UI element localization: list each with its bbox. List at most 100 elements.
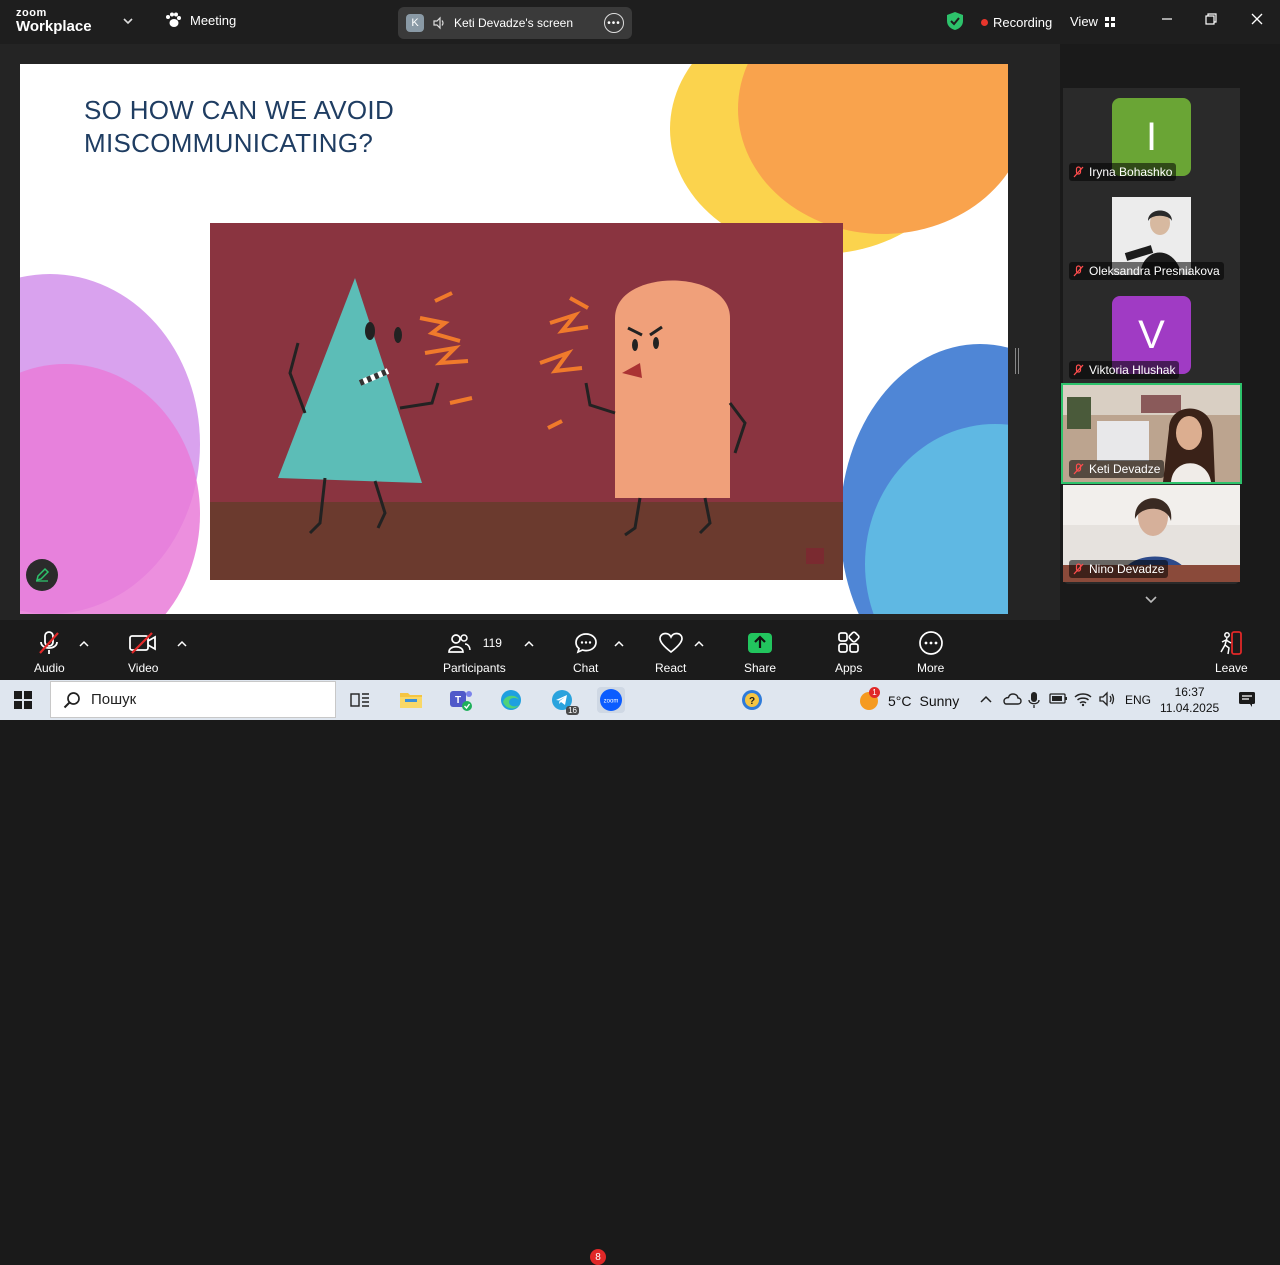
svg-text:T: T (455, 695, 461, 706)
participant-gallery: I Iryna Bohashko Oleksandra Presniakova … (1061, 88, 1242, 584)
zoom-taskbar-icon[interactable]: zoom (597, 687, 625, 713)
task-view-icon[interactable] (346, 687, 374, 713)
panel-resize-handle[interactable] (1015, 348, 1019, 374)
recording-indicator[interactable]: Recording (981, 15, 1052, 30)
language-indicator[interactable]: ENG (1125, 693, 1151, 707)
participant-tile[interactable]: I Iryna Bohashko (1063, 88, 1240, 185)
mic-muted-icon (39, 631, 60, 654)
video-options-caret-icon[interactable] (177, 640, 187, 648)
weather-text: Sunny (919, 693, 960, 709)
grid-icon (1104, 16, 1115, 27)
participant-tile-active-speaker[interactable]: Keti Devadze (1061, 383, 1242, 484)
encryption-shield-icon[interactable] (946, 11, 964, 31)
shared-screen-area: SO HOW CAN WE AVOID MISCOMMUNICATING? (0, 44, 1060, 620)
screen-share-indicator[interactable]: K Keti Devadze's screen ••• (398, 7, 632, 39)
share-label: Share (744, 661, 777, 675)
minimize-icon[interactable] (1160, 12, 1174, 26)
onedrive-cloud-icon[interactable] (1002, 691, 1022, 707)
participants-options-caret-icon[interactable] (524, 640, 534, 648)
more-button[interactable]: More (917, 630, 944, 675)
audio-button[interactable]: Audio (34, 630, 65, 675)
chat-options-caret-icon[interactable] (614, 640, 624, 648)
tray-expand-icon[interactable] (980, 694, 992, 704)
taskbar-clock[interactable]: 16:37 11.04.2025 (1160, 684, 1219, 716)
apps-button[interactable]: Apps (835, 630, 862, 675)
more-options-icon[interactable]: ••• (604, 13, 624, 33)
edge-browser-icon[interactable] (497, 687, 525, 713)
react-options-caret-icon[interactable] (694, 640, 704, 648)
svg-text:?: ? (749, 696, 755, 707)
restore-icon[interactable] (1204, 12, 1218, 26)
participants-label: Participants (443, 661, 506, 675)
gallery-scroll-down-icon[interactable] (1144, 595, 1158, 605)
leave-button[interactable]: Leave (1215, 630, 1248, 675)
meeting-controls: Audio Video 119 Participants Chat 8 Reac… (0, 620, 1280, 1265)
video-button[interactable]: Video (128, 630, 158, 675)
battery-icon[interactable] (1048, 691, 1068, 705)
participant-name: Nino Devadze (1089, 562, 1165, 576)
participant-name-tag: Oleksandra Presniakova (1069, 262, 1224, 280)
view-button[interactable]: View (1070, 14, 1116, 29)
participant-name: Viktoria Hlushak (1089, 363, 1176, 377)
leave-label: Leave (1215, 661, 1248, 675)
recording-label: Recording (993, 15, 1053, 30)
pencil-icon (35, 567, 50, 582)
chat-button[interactable]: Chat (573, 630, 598, 675)
audio-options-caret-icon[interactable] (79, 640, 89, 648)
weather-widget[interactable]: 1 5°C Sunny (858, 687, 960, 712)
react-label: React (655, 661, 687, 675)
participant-tile[interactable]: V Viktoria Hlushak (1063, 286, 1240, 383)
share-pill-text: Keti Devadze's screen (454, 16, 574, 30)
teams-icon[interactable]: T (447, 687, 475, 713)
close-icon[interactable] (1250, 12, 1264, 26)
chat-icon (574, 633, 597, 654)
chat-unread-badge: 8 (590, 1249, 606, 1265)
more-icon (918, 631, 943, 655)
apps-icon (837, 631, 860, 653)
windows-taskbar: Пошук T 16 zoom ? 1 5°C Sunny ENG 16:37 … (0, 680, 1280, 720)
telegram-badge: 16 (566, 706, 579, 715)
volume-icon[interactable] (1098, 691, 1116, 707)
participant-tile[interactable]: Oleksandra Presniakova (1063, 187, 1240, 284)
meeting-label: Meeting (190, 12, 237, 28)
participants-button[interactable]: 119 Participants (443, 630, 506, 675)
cartoon-image (210, 223, 843, 580)
participant-tile[interactable]: Nino Devadze (1063, 485, 1240, 582)
participant-name: Oleksandra Presniakova (1089, 264, 1220, 278)
annotate-button[interactable] (26, 559, 58, 591)
apps-label: Apps (835, 661, 863, 675)
help-icon[interactable]: ? (738, 687, 766, 713)
logo-workplace-text: Workplace (16, 18, 92, 35)
share-button[interactable]: Share (744, 630, 776, 675)
presentation-slide: SO HOW CAN WE AVOID MISCOMMUNICATING? (20, 64, 1008, 614)
chevron-down-icon[interactable] (122, 15, 134, 27)
telegram-icon[interactable]: 16 (548, 687, 579, 715)
participants-count: 119 (482, 636, 502, 650)
windows-start-icon[interactable] (14, 691, 32, 709)
title-bar: zoom Workplace Meeting K Keti Devadze's … (0, 0, 1280, 44)
meeting-button[interactable]: Meeting (164, 12, 236, 28)
search-placeholder: Пошук (91, 691, 137, 708)
mic-muted-icon (1073, 563, 1084, 575)
wifi-icon[interactable] (1074, 691, 1092, 707)
heart-icon (658, 632, 683, 654)
participants-icon (447, 634, 471, 653)
more-label: More (917, 661, 945, 675)
mic-muted-icon (1073, 463, 1084, 475)
svg-text:zoom: zoom (604, 699, 619, 705)
microphone-tray-icon[interactable] (1028, 691, 1040, 709)
clock-date: 11.04.2025 (1160, 701, 1220, 715)
participant-name: Keti Devadze (1089, 462, 1161, 476)
search-icon (63, 691, 80, 708)
participant-name-tag: Iryna Bohashko (1069, 163, 1177, 181)
paw-icon (166, 12, 181, 27)
share-screen-icon (748, 633, 773, 653)
file-explorer-icon[interactable] (397, 687, 425, 713)
react-button[interactable]: React (655, 630, 686, 675)
participant-name-tag: Viktoria Hlushak (1069, 361, 1180, 379)
speaker-icon[interactable] (432, 16, 446, 30)
cartoon-illustration (278, 278, 824, 564)
taskbar-search-box[interactable]: Пошук (50, 681, 336, 718)
video-off-icon (129, 632, 157, 654)
notifications-icon[interactable] (1238, 690, 1256, 708)
